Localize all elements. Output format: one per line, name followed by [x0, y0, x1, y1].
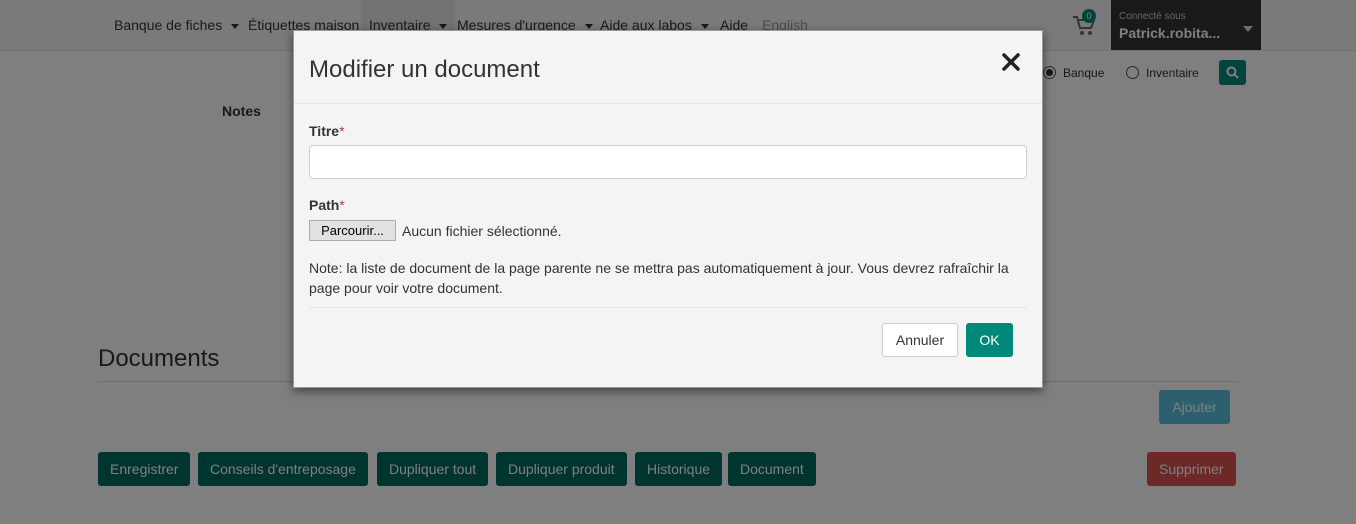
- path-field-label: Path*: [309, 197, 345, 213]
- browse-file-button[interactable]: Parcourir...: [309, 220, 396, 241]
- close-icon[interactable]: [1000, 51, 1022, 73]
- refresh-note: Note: la liste de document de la page pa…: [309, 260, 1009, 296]
- ok-button[interactable]: OK: [966, 323, 1013, 357]
- required-mark: *: [339, 197, 345, 213]
- required-mark: *: [339, 123, 345, 139]
- title-field-label: Titre*: [309, 123, 345, 139]
- modal-title: Modifier un document: [309, 56, 540, 83]
- title-label-text: Titre: [309, 123, 340, 139]
- edit-document-modal: Modifier un document Titre* Path* Parcou…: [293, 30, 1043, 388]
- path-label-text: Path: [309, 197, 340, 213]
- modal-header: Modifier un document: [294, 31, 1042, 104]
- title-input[interactable]: [309, 145, 1027, 179]
- file-status-text: Aucun fichier sélectionné.: [402, 223, 562, 239]
- divider: [309, 307, 1027, 308]
- cancel-button[interactable]: Annuler: [882, 323, 958, 357]
